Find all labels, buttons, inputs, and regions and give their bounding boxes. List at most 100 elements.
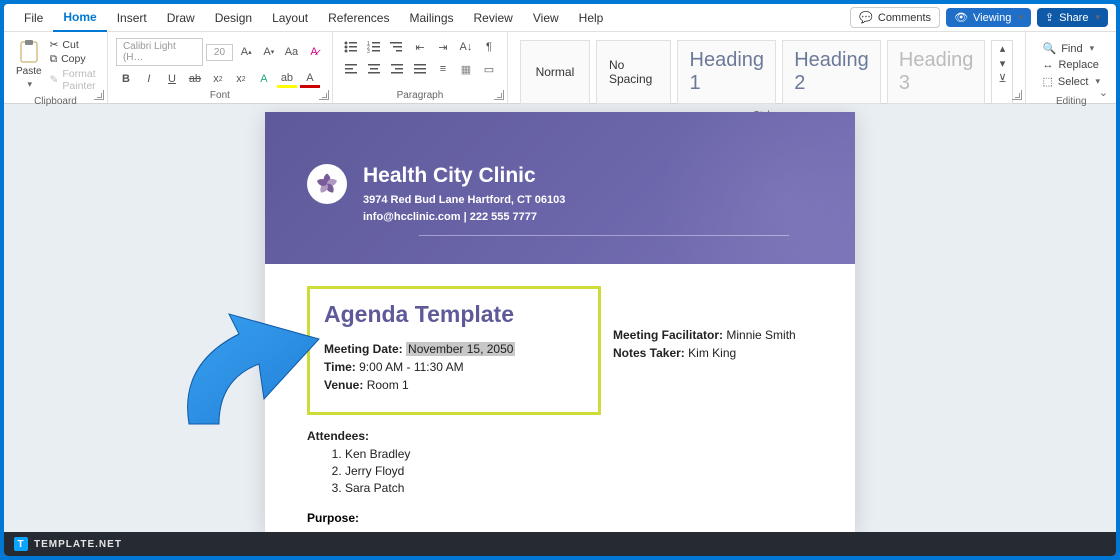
- menu-draw[interactable]: Draw: [157, 5, 205, 31]
- attendees-list: Ken Bradley Jerry Floyd Sara Patch: [345, 447, 813, 495]
- menu-home[interactable]: Home: [53, 4, 106, 32]
- share-icon: ⇪: [1045, 11, 1054, 24]
- clinic-address: 3974 Red Bud Lane Hartford, CT 06103: [363, 192, 813, 209]
- bold-button[interactable]: B: [116, 70, 136, 88]
- cut-button[interactable]: ✂Cut: [50, 39, 99, 51]
- multilevel-button[interactable]: [387, 38, 407, 56]
- styles-up-button[interactable]: ▴: [992, 41, 1012, 56]
- menu-review[interactable]: Review: [464, 5, 523, 31]
- paste-button[interactable]: Paste▾: [12, 36, 46, 94]
- share-button[interactable]: ⇪Share▾: [1037, 8, 1108, 27]
- brush-icon: ✎: [50, 74, 59, 86]
- header-divider: [419, 235, 789, 236]
- attendees-label: Attendees:: [307, 429, 369, 443]
- shading-button[interactable]: ▦: [456, 60, 476, 78]
- menu-help[interactable]: Help: [569, 5, 614, 31]
- dialog-launcher-icon[interactable]: [319, 90, 329, 100]
- document-canvas[interactable]: Health City Clinic 3974 Red Bud Lane Har…: [4, 104, 1116, 532]
- borders-button[interactable]: ▭: [479, 60, 499, 78]
- viewing-button[interactable]: 👁Viewing▾: [946, 8, 1031, 27]
- underline-button[interactable]: U: [162, 70, 182, 88]
- svg-text:3: 3: [367, 49, 370, 53]
- strike-button[interactable]: ab: [185, 70, 205, 88]
- footer-brand: TEMPLATE.NET: [34, 539, 122, 550]
- comments-button[interactable]: 💬Comments: [850, 7, 940, 28]
- group-label-paragraph: Paragraph: [341, 88, 499, 101]
- eye-icon: 👁: [954, 11, 968, 24]
- change-case-button[interactable]: Aa: [282, 43, 302, 61]
- font-name-select[interactable]: Calibri Light (H…: [116, 38, 203, 66]
- list-item: Ken Bradley: [345, 447, 813, 461]
- document-page: Health City Clinic 3974 Red Bud Lane Har…: [265, 112, 855, 532]
- font-color-button[interactable]: A: [300, 70, 320, 88]
- list-item: Jerry Floyd: [345, 464, 813, 478]
- comment-icon: 💬: [859, 11, 873, 24]
- copy-icon: ⧉: [50, 53, 58, 66]
- superscript-button[interactable]: x2: [231, 70, 251, 88]
- styles-more-button[interactable]: ⊻: [992, 71, 1012, 86]
- format-painter-button[interactable]: ✎Format Painter: [50, 68, 99, 92]
- menu-design[interactable]: Design: [205, 5, 262, 31]
- menu-insert[interactable]: Insert: [107, 5, 157, 31]
- menu-file[interactable]: File: [14, 5, 53, 31]
- shrink-font-button[interactable]: A▾: [259, 43, 279, 61]
- footer-bar: T TEMPLATE.NET: [4, 532, 1116, 556]
- selected-text[interactable]: November 15, 2050: [406, 342, 515, 356]
- clinic-logo-icon: [307, 164, 347, 204]
- dialog-launcher-icon[interactable]: [1012, 90, 1022, 100]
- justify-button[interactable]: [410, 60, 430, 78]
- cursor-icon: ⬚: [1042, 75, 1052, 88]
- clipboard-icon: [18, 40, 40, 64]
- chevron-down-icon: ▾: [1018, 12, 1023, 23]
- grow-font-button[interactable]: A▴: [236, 43, 256, 61]
- line-spacing-button[interactable]: ≡: [433, 60, 453, 78]
- menu-mailings[interactable]: Mailings: [399, 5, 463, 31]
- numbering-button[interactable]: 123: [364, 38, 384, 56]
- style-heading-3[interactable]: Heading 3: [887, 40, 986, 104]
- template-logo-icon: T: [14, 537, 28, 551]
- show-marks-button[interactable]: ¶: [479, 38, 499, 56]
- list-item: Sara Patch: [345, 481, 813, 495]
- dialog-launcher-icon[interactable]: [94, 90, 104, 100]
- ribbon: Paste▾ ✂Cut ⧉Copy ✎Format Painter Clipbo…: [4, 32, 1116, 104]
- outdent-button[interactable]: ⇤: [410, 38, 430, 56]
- highlight-button[interactable]: ab: [277, 70, 297, 88]
- purpose-label: Purpose:: [307, 511, 813, 525]
- menu-layout[interactable]: Layout: [262, 5, 318, 31]
- replace-icon: ↔: [1042, 59, 1053, 71]
- scissors-icon: ✂: [50, 39, 59, 51]
- dialog-launcher-icon[interactable]: [494, 90, 504, 100]
- style-no-spacing[interactable]: No Spacing: [596, 40, 671, 104]
- replace-button[interactable]: ↔Replace: [1042, 57, 1100, 73]
- clinic-name: Health City Clinic: [363, 164, 813, 188]
- document-title: Agenda Template: [324, 301, 584, 328]
- select-button[interactable]: ⬚Select▾: [1042, 73, 1100, 90]
- menu-references[interactable]: References: [318, 5, 399, 31]
- style-normal[interactable]: Normal: [520, 40, 590, 104]
- sort-button[interactable]: A↓: [456, 38, 476, 56]
- style-heading-1[interactable]: Heading 1: [677, 40, 776, 104]
- style-heading-2[interactable]: Heading 2: [782, 40, 881, 104]
- clear-format-button[interactable]: A̷: [304, 43, 324, 61]
- collapse-ribbon-button[interactable]: ⌄: [1099, 86, 1108, 99]
- italic-button[interactable]: I: [139, 70, 159, 88]
- highlighted-region: Agenda Template Meeting Date: November 1…: [307, 286, 601, 415]
- search-icon: 🔍: [1042, 42, 1056, 55]
- copy-button[interactable]: ⧉Copy: [50, 53, 99, 66]
- indent-button[interactable]: ⇥: [433, 38, 453, 56]
- align-right-button[interactable]: [387, 60, 407, 78]
- menu-view[interactable]: View: [523, 5, 569, 31]
- subscript-button[interactable]: x2: [208, 70, 228, 88]
- styles-down-button[interactable]: ▾: [992, 56, 1012, 71]
- align-center-button[interactable]: [364, 60, 384, 78]
- align-left-button[interactable]: [341, 60, 361, 78]
- menu-bar: File Home Insert Draw Design Layout Refe…: [4, 4, 1116, 32]
- font-size-select[interactable]: 20: [206, 44, 234, 61]
- group-label-font: Font: [116, 88, 324, 101]
- chevron-down-icon: ▾: [1095, 12, 1100, 23]
- document-header: Health City Clinic 3974 Red Bud Lane Har…: [265, 112, 855, 264]
- text-effects-button[interactable]: A: [254, 70, 274, 88]
- bullets-button[interactable]: [341, 38, 361, 56]
- find-button[interactable]: 🔍Find▾: [1042, 40, 1100, 57]
- clinic-contact: info@hcclinic.com | 222 555 7777: [363, 209, 813, 226]
